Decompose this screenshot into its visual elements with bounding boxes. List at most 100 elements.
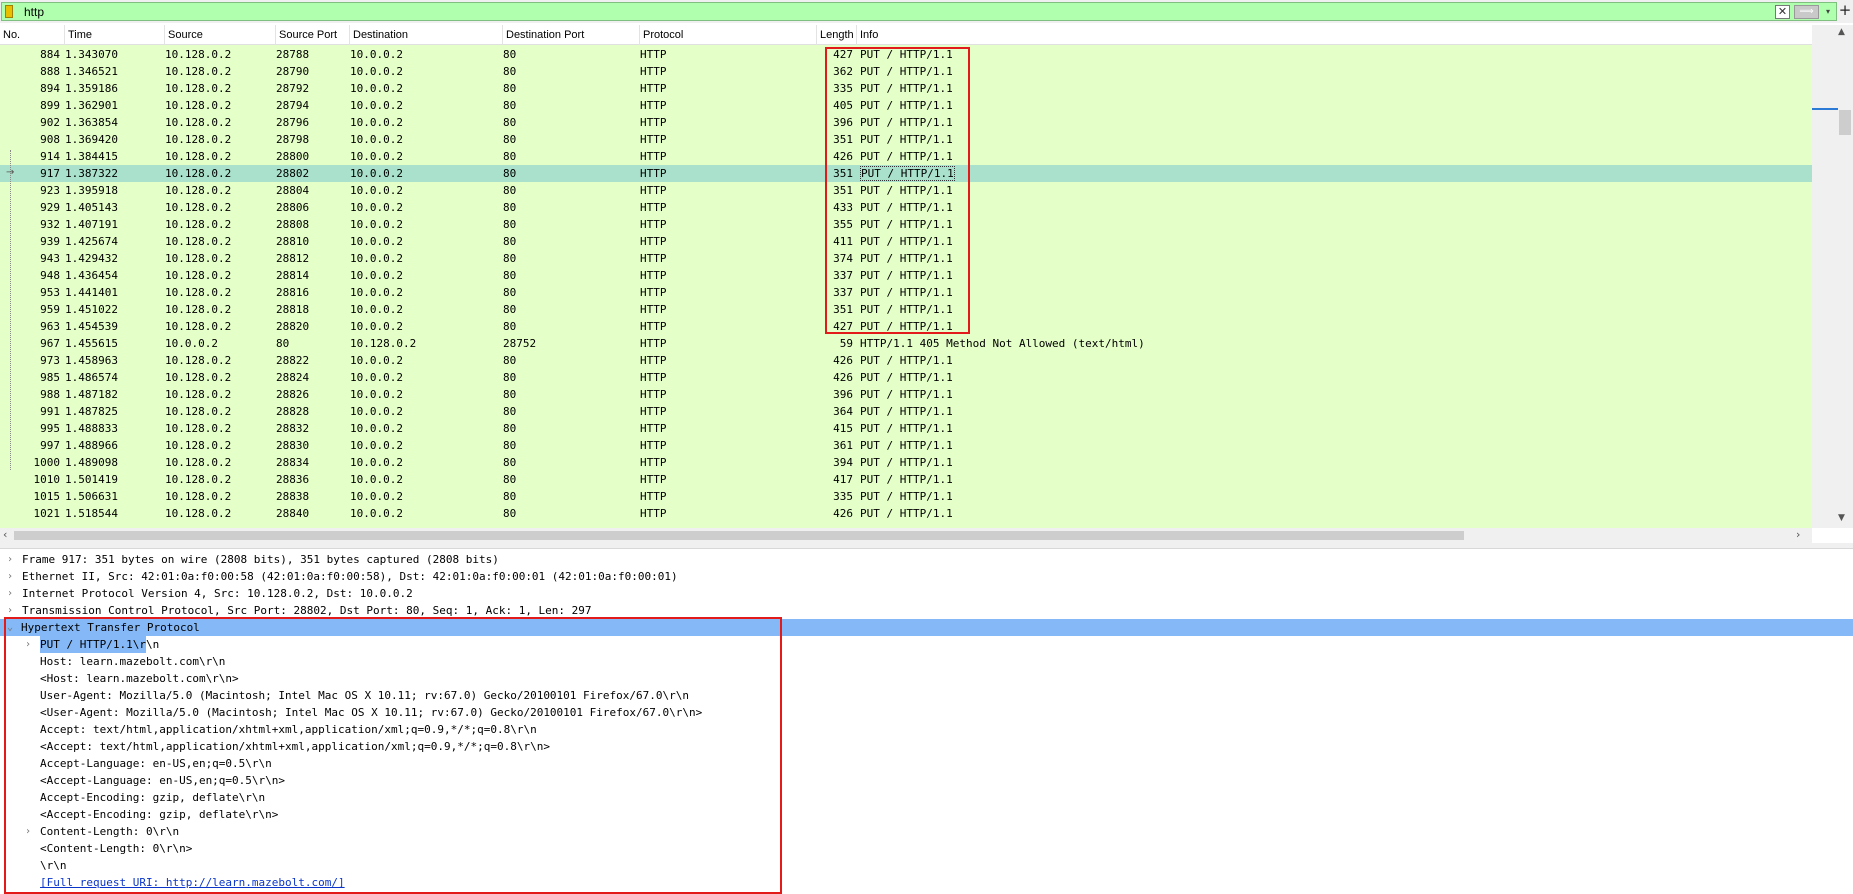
packet-row[interactable]: 997 1.488966 10.128.0.2 28830 10.0.0.2 80 HTTP…: [0, 437, 1812, 454]
expand-chevron-icon[interactable]: ›: [23, 823, 33, 840]
detail-row-selected[interactable]: ⌄ Hypertext Transfer Protocol: [0, 619, 1853, 636]
detail-row[interactable]: [Full request URI: http://learn.mazebolt…: [0, 874, 1853, 891]
packet-row[interactable]: 923 1.395918 10.128.0.2 28804 10.0.0.2 80 HTTP…: [0, 182, 1812, 199]
packet-row[interactable]: 1015 1.506631 10.128.0.2 28838 10.0.0.2 80 HTT…: [0, 488, 1812, 505]
display-filter-input[interactable]: http ✕ ⟹ ▾: [1, 2, 1837, 21]
packet-row[interactable]: 1021 1.518544 10.128.0.2 28840 10.0.0.2 80 HTT…: [0, 505, 1812, 522]
packet-list-horizontal-scrollbar[interactable]: ‹ ›: [0, 528, 1812, 543]
detail-row[interactable]: › Transmission Control Protocol, Src Port…: [0, 602, 1853, 619]
packet-info: PUT / HTTP/1.1: [860, 182, 1810, 199]
packet-row[interactable]: 899 1.362901 10.128.0.2 28794 10.0.0.2 80 HTTP…: [0, 97, 1812, 114]
expand-chevron-icon[interactable]: ›: [5, 551, 15, 568]
packet-row[interactable]: 988 1.487182 10.128.0.2 28826 10.0.0.2 80 HTTP…: [0, 386, 1812, 403]
packet-row[interactable]: 1000 1.489098 10.128.0.2 28834 10.0.0.2 80 HTT…: [0, 454, 1812, 471]
scroll-up-icon[interactable]: ▲: [1838, 27, 1845, 37]
filter-bookmark-icon[interactable]: [5, 5, 13, 18]
packet-source: 10.128.0.2: [165, 63, 273, 80]
packet-destination-text: 10.0.0.2: [350, 507, 403, 520]
packet-info-text: PUT / HTTP/1.1: [860, 320, 953, 333]
detail-row-text: User-Agent: Mozilla/5.0 (Macintosh; Inte…: [40, 689, 690, 702]
clear-filter-icon[interactable]: ✕: [1775, 5, 1790, 19]
horizontal-scroll-thumb[interactable]: [14, 531, 1464, 540]
vertical-scroll-thumb[interactable]: [1839, 110, 1851, 135]
detail-row[interactable]: <User-Agent: Mozilla/5.0 (Macintosh; Int…: [0, 704, 1853, 721]
packet-row[interactable]: 985 1.486574 10.128.0.2 28824 10.0.0.2 80 HTTP…: [0, 369, 1812, 386]
detail-row[interactable]: User-Agent: Mozilla/5.0 (Macintosh; Inte…: [0, 687, 1853, 704]
detail-row[interactable]: Accept-Language: en-US,en;q=0.5\r\n: [0, 755, 1853, 772]
expand-chevron-icon[interactable]: ›: [5, 568, 15, 585]
scroll-left-icon[interactable]: ‹: [3, 528, 7, 541]
packet-info: PUT / HTTP/1.1: [860, 80, 1810, 97]
packet-number-text: 991: [40, 405, 60, 418]
packet-row[interactable]: 939 1.425674 10.128.0.2 28810 10.0.0.2 80 HTTP…: [0, 233, 1812, 250]
column-header-source[interactable]: Source: [165, 25, 276, 45]
packet-row[interactable]: 991 1.487825 10.128.0.2 28828 10.0.0.2 80 HTTP…: [0, 403, 1812, 420]
detail-row[interactable]: › Internet Protocol Version 4, Src: 10.12…: [0, 585, 1853, 602]
packet-row[interactable]: 973 1.458963 10.128.0.2 28822 10.0.0.2 80 HTTP…: [0, 352, 1812, 369]
detail-row[interactable]: Host: learn.mazebolt.com\r\n: [0, 653, 1853, 670]
detail-row[interactable]: <Accept-Language: en-US,en;q=0.5\r\n>: [0, 772, 1853, 789]
packet-row[interactable]: 908 1.369420 10.128.0.2 28798 10.0.0.2 80 HTTP…: [0, 131, 1812, 148]
packet-destination-text: 10.0.0.2: [350, 439, 403, 452]
packet-row[interactable]: 884 1.343070 10.128.0.2 28788 10.0.0.2 80 HTTP…: [0, 46, 1812, 63]
packet-row[interactable]: 943 1.429432 10.128.0.2 28812 10.0.0.2 80 HTTP…: [0, 250, 1812, 267]
packet-source-port: 28824: [276, 369, 346, 386]
expand-chevron-icon[interactable]: ›: [23, 636, 33, 653]
expand-chevron-icon[interactable]: ›: [5, 602, 15, 619]
scroll-down-icon[interactable]: ▼: [1838, 513, 1845, 523]
packet-row[interactable]: 963 1.454539 10.128.0.2 28820 10.0.0.2 80 HTTP…: [0, 318, 1812, 335]
packet-row[interactable]: 967 1.455615 10.0.0.2 80 10.128.0.2 28752 HTTP…: [0, 335, 1812, 352]
detail-row[interactable]: Accept: text/html,application/xhtml+xml,…: [0, 721, 1853, 738]
packet-time-text: 1.359186: [65, 82, 118, 95]
scroll-right-icon[interactable]: ›: [1796, 528, 1800, 541]
detail-row[interactable]: <Accept-Encoding: gzip, deflate\r\n>: [0, 806, 1853, 823]
packet-row[interactable]: 888 1.346521 10.128.0.2 28790 10.0.0.2 80 HTTP…: [0, 63, 1812, 80]
column-header-no[interactable]: No.: [0, 25, 65, 45]
packet-row[interactable]: 948 1.436454 10.128.0.2 28814 10.0.0.2 80 HTTP…: [0, 267, 1812, 284]
packet-row[interactable]: 953 1.441401 10.128.0.2 28816 10.0.0.2 80 HTTP…: [0, 284, 1812, 301]
add-filter-button-icon[interactable]: +: [1838, 1, 1852, 19]
column-header-length[interactable]: Length: [817, 25, 857, 45]
packet-row-selected[interactable]: 917 1.387322 10.128.0.2 28802 10.0.0.2 80 HTTP…: [0, 165, 1812, 182]
packet-number-text: 985: [40, 371, 60, 384]
recent-filters-chevron-down-icon[interactable]: ▾: [1822, 5, 1834, 19]
column-header-destination-port[interactable]: Destination Port: [503, 25, 640, 45]
detail-row[interactable]: Accept-Encoding: gzip, deflate\r\n: [0, 789, 1853, 806]
detail-row[interactable]: › PUT / HTTP/1.1\r\n: [0, 636, 1853, 653]
full-request-uri-link[interactable]: [Full request URI: http://learn.mazebolt…: [40, 874, 345, 891]
apply-filter-arrow-icon[interactable]: ⟹: [1794, 5, 1819, 19]
packet-length: 426: [815, 369, 853, 386]
column-header-destination[interactable]: Destination: [350, 25, 503, 45]
packet-row[interactable]: 929 1.405143 10.128.0.2 28806 10.0.0.2 80 HTTP…: [0, 199, 1812, 216]
packet-number-text: 902: [40, 116, 60, 129]
packet-length-text: 337: [833, 269, 853, 282]
packet-row[interactable]: 995 1.488833 10.128.0.2 28832 10.0.0.2 80 HTTP…: [0, 420, 1812, 437]
packet-row[interactable]: 894 1.359186 10.128.0.2 28792 10.0.0.2 80 HTTP…: [0, 80, 1812, 97]
detail-row[interactable]: <Content-Length: 0\r\n>: [0, 840, 1853, 857]
packet-destination: 10.0.0.2: [350, 420, 500, 437]
detail-row[interactable]: <Host: learn.mazebolt.com\r\n>: [0, 670, 1853, 687]
detail-row[interactable]: › Content-Length: 0\r\n: [0, 823, 1853, 840]
packet-destination-port: 80: [503, 63, 636, 80]
collapse-chevron-icon[interactable]: ⌄: [5, 619, 15, 636]
packet-row[interactable]: 914 1.384415 10.128.0.2 28800 10.0.0.2 80 HTTP…: [0, 148, 1812, 165]
packet-length: 351: [815, 165, 853, 182]
detail-row[interactable]: › Frame 917: 351 bytes on wire (2808 bits…: [0, 551, 1853, 568]
detail-row[interactable]: <Accept: text/html,application/xhtml+xml…: [0, 738, 1853, 755]
packet-number-text: 967: [40, 337, 60, 350]
column-header-time[interactable]: Time: [65, 25, 165, 45]
expand-chevron-icon[interactable]: ›: [5, 585, 15, 602]
packet-list-vertical-scrollbar[interactable]: ▲ ▼: [1812, 25, 1853, 528]
display-filter-value[interactable]: http: [24, 5, 44, 19]
packet-row[interactable]: 902 1.363854 10.128.0.2 28796 10.0.0.2 80 HTTP…: [0, 114, 1812, 131]
packet-number: 884: [0, 46, 60, 63]
detail-row[interactable]: \r\n: [0, 857, 1853, 874]
column-header-info[interactable]: Info: [857, 25, 1812, 45]
column-header-protocol[interactable]: Protocol: [640, 25, 817, 45]
packet-row[interactable]: 959 1.451022 10.128.0.2 28818 10.0.0.2 80 HTTP…: [0, 301, 1812, 318]
packet-row[interactable]: 932 1.407191 10.128.0.2 28808 10.0.0.2 80 HTTP…: [0, 216, 1812, 233]
detail-row[interactable]: › Ethernet II, Src: 42:01:0a:f0:00:58 (42…: [0, 568, 1853, 585]
packet-row[interactable]: 1010 1.501419 10.128.0.2 28836 10.0.0.2 80 HTT…: [0, 471, 1812, 488]
packet-protocol: HTTP: [640, 420, 815, 437]
column-header-source-port[interactable]: Source Port: [276, 25, 350, 45]
